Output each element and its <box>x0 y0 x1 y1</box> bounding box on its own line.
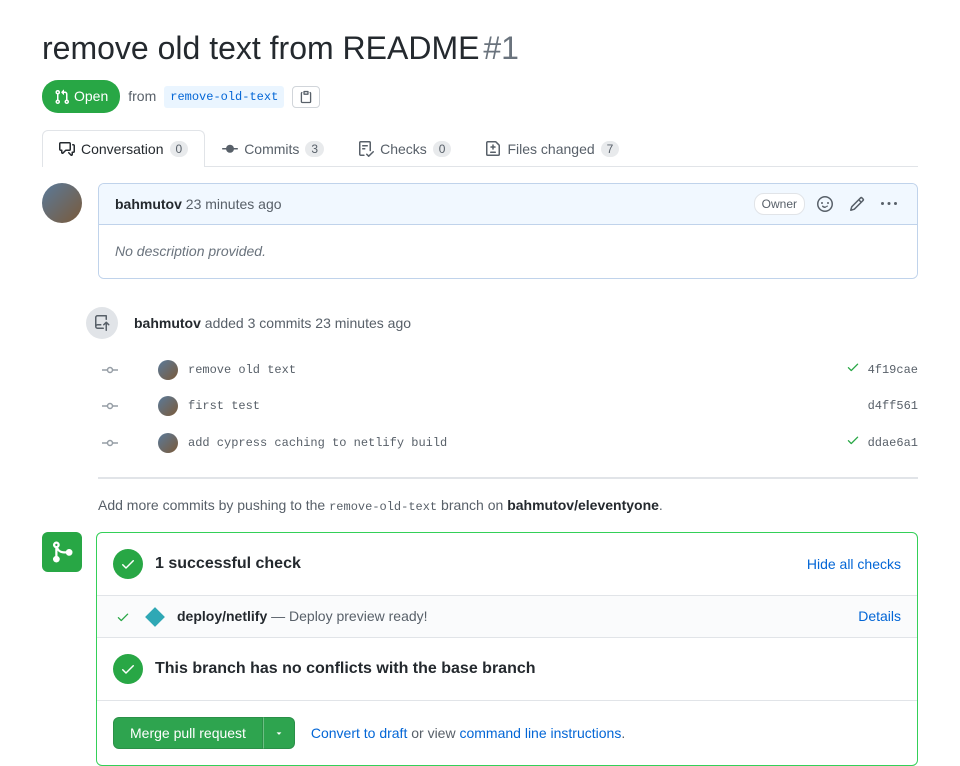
check-icon <box>116 610 130 624</box>
tab-checks[interactable]: Checks 0 <box>341 130 468 167</box>
edit-button[interactable] <box>845 192 869 216</box>
merge-button[interactable]: Merge pull request <box>113 717 263 749</box>
status-success-icon <box>846 432 860 453</box>
kebab-icon <box>881 196 897 212</box>
repo-push-icon <box>94 315 110 331</box>
git-commit-icon <box>102 362 118 378</box>
tab-conversation[interactable]: Conversation 0 <box>42 130 205 167</box>
check-status-icon <box>113 610 133 624</box>
pr-number: #1 <box>483 30 519 66</box>
tab-count: 7 <box>601 141 620 157</box>
owner-badge: Owner <box>754 193 805 215</box>
git-commit-icon <box>222 141 238 157</box>
check-icon <box>120 661 136 677</box>
commit-row: remove old text 4f19cae <box>42 351 918 388</box>
avatar[interactable] <box>158 360 178 380</box>
checklist-icon <box>358 141 374 157</box>
from-label: from <box>128 86 156 107</box>
conflict-title: This branch has no conflicts with the ba… <box>155 657 536 681</box>
react-button[interactable] <box>813 192 837 216</box>
tab-count: 0 <box>433 141 452 157</box>
triangle-down-icon <box>274 728 284 738</box>
divider <box>98 477 918 479</box>
merge-status-icon <box>42 532 82 572</box>
details-link[interactable]: Details <box>858 606 901 627</box>
state-badge: Open <box>42 80 120 113</box>
smiley-icon <box>817 196 833 212</box>
tab-files[interactable]: Files changed 7 <box>468 130 636 167</box>
commit-message[interactable]: add cypress caching to netlify build <box>188 434 836 452</box>
comment-body: No description provided. <box>99 225 917 278</box>
git-merge-icon <box>50 540 74 564</box>
tab-label: Checks <box>380 141 427 157</box>
tabs: Conversation 0 Commits 3 Checks 0 Files … <box>42 129 918 167</box>
check-name[interactable]: deploy/netlify <box>177 608 267 624</box>
tab-commits[interactable]: Commits 3 <box>205 130 341 167</box>
tab-count: 3 <box>305 141 324 157</box>
merge-box: 1 successful check Hide all checks deplo… <box>96 532 918 766</box>
commit-row: first test d4ff561 <box>42 388 918 424</box>
commit-row: add cypress caching to netlify build ddae… <box>42 424 918 461</box>
git-commit-icon <box>102 435 118 451</box>
tab-label: Conversation <box>81 141 164 157</box>
avatar[interactable] <box>42 183 82 223</box>
copy-icon <box>299 90 313 104</box>
comment-author[interactable]: bahmutov <box>115 196 182 212</box>
pr-title: remove old text from README <box>42 30 479 66</box>
tab-label: Files changed <box>507 141 594 157</box>
status-circle <box>113 549 143 579</box>
status-success-icon <box>846 359 860 380</box>
merge-dropdown[interactable] <box>263 717 295 749</box>
branch-name[interactable]: remove-old-text <box>164 86 284 108</box>
pencil-icon <box>849 196 865 212</box>
status-circle <box>113 654 143 684</box>
convert-draft-link[interactable]: Convert to draft <box>311 725 408 741</box>
state-label: Open <box>74 86 108 107</box>
commit-message[interactable]: remove old text <box>188 361 836 379</box>
avatar[interactable] <box>158 396 178 416</box>
push-author[interactable]: bahmutov <box>134 315 201 331</box>
hide-checks-link[interactable]: Hide all checks <box>807 554 901 575</box>
check-desc: — Deploy preview ready! <box>271 608 427 624</box>
commit-sha[interactable]: ddae6a1 <box>868 434 918 452</box>
copy-branch-button[interactable] <box>292 86 320 108</box>
git-commit-icon <box>102 398 118 414</box>
commit-sha[interactable]: 4f19cae <box>868 361 918 379</box>
kebab-button[interactable] <box>877 192 901 216</box>
check-icon <box>120 556 136 572</box>
file-diff-icon <box>485 141 501 157</box>
git-pull-request-icon <box>54 89 70 105</box>
comment-box: bahmutov 23 minutes ago Owner <box>98 183 918 279</box>
commit-message[interactable]: first test <box>188 397 858 415</box>
push-hint: Add more commits by pushing to the remov… <box>42 495 918 532</box>
commit-sha[interactable]: d4ff561 <box>868 397 918 415</box>
comment-discussion-icon <box>59 141 75 157</box>
avatar[interactable] <box>158 433 178 453</box>
push-event: bahmutov added 3 commits 23 minutes ago <box>42 295 918 351</box>
tab-label: Commits <box>244 141 299 157</box>
checks-title: 1 successful check <box>155 552 301 576</box>
netlify-icon <box>145 607 165 627</box>
tab-count: 0 <box>170 141 189 157</box>
push-badge <box>86 307 118 339</box>
cli-link[interactable]: command line instructions <box>459 725 621 741</box>
comment-time: 23 minutes ago <box>186 196 282 212</box>
push-action: added 3 commits <box>205 315 312 331</box>
push-time: 23 minutes ago <box>315 315 411 331</box>
